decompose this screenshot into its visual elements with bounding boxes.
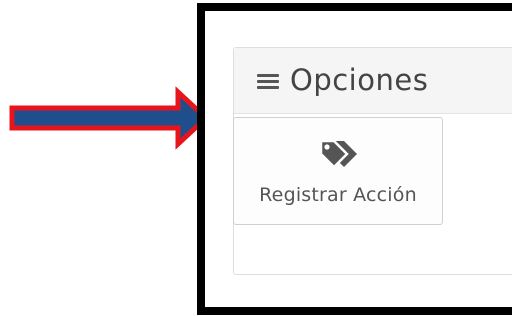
hamburger-icon	[256, 70, 282, 92]
screenshot-frame: Opciones Registrar Acción	[197, 3, 512, 315]
tags-icon	[319, 139, 357, 169]
registrar-accion-button[interactable]: Registrar Acción	[233, 117, 443, 225]
registrar-accion-label: Registrar Acción	[259, 184, 417, 206]
panel-heading: Opciones	[234, 48, 512, 114]
pointer-arrow-icon	[9, 86, 210, 150]
panel-title: Opciones	[290, 63, 429, 97]
